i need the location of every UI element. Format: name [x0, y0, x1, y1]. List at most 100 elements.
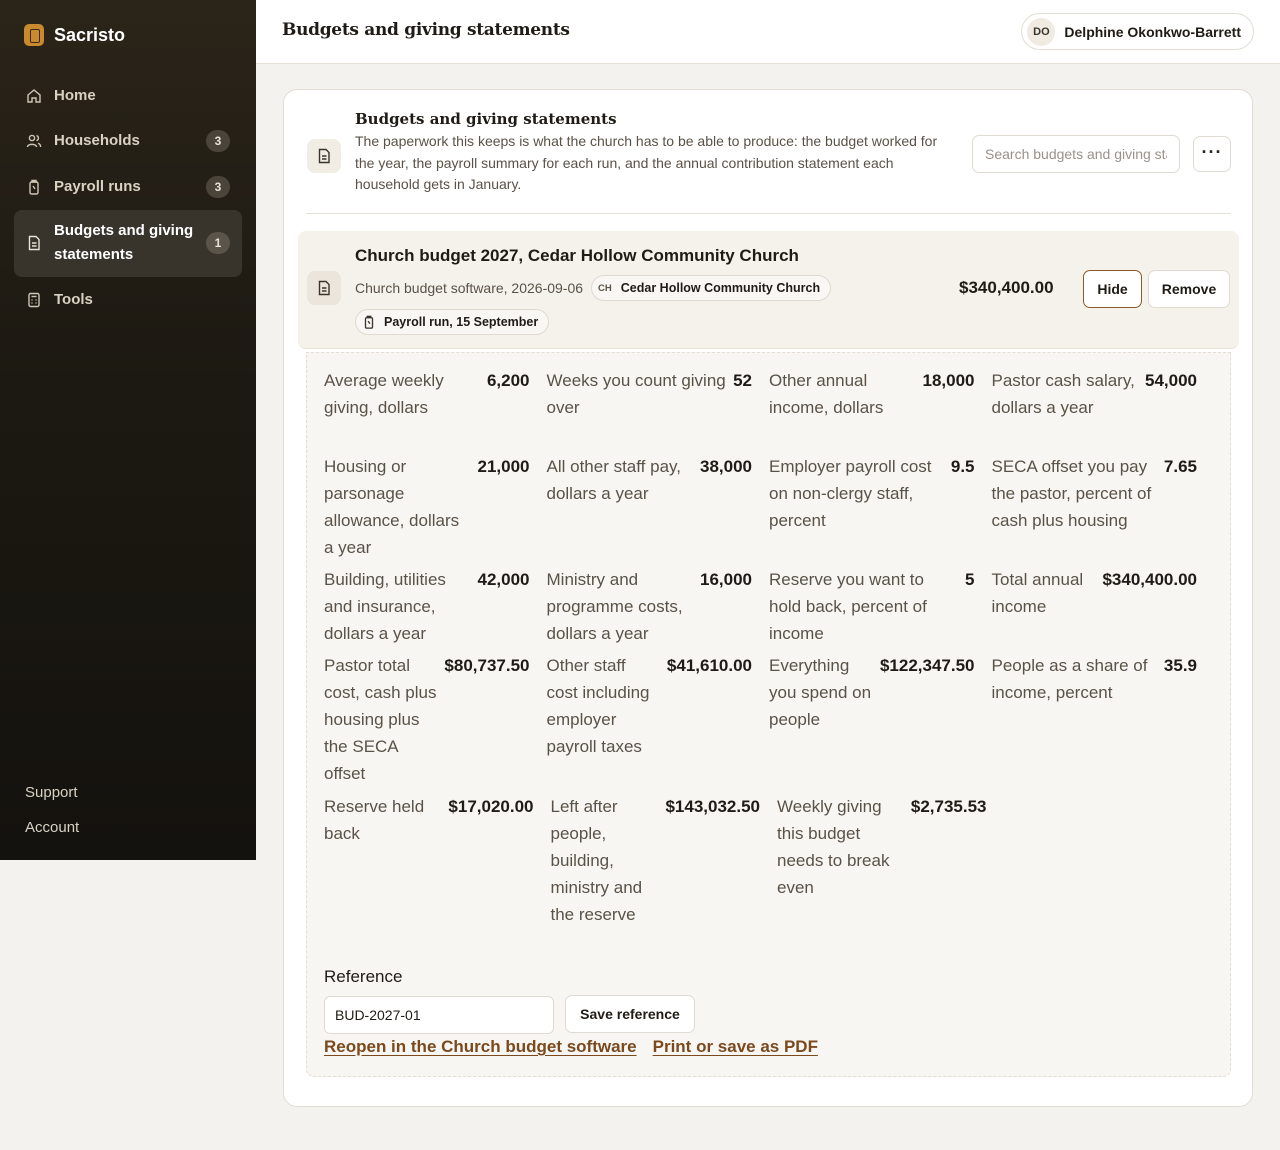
detail-value: 52 [733, 371, 752, 390]
document-icon [307, 139, 341, 173]
org-pill[interactable]: CH Cedar Hollow Community Church [591, 275, 832, 301]
detail-field: Average weekly giving, dollars 6,200 [324, 367, 547, 453]
document-icon [28, 235, 40, 251]
detail-label: Left after people, building, ministry an… [550, 797, 643, 924]
detail-row: Housing or parsonage allowance, dollars … [324, 453, 1214, 566]
reference-input[interactable] [324, 996, 554, 1034]
detail-label: Total annual income [991, 570, 1084, 616]
count-badge: 3 [206, 130, 230, 152]
detail-value: 18,000 [922, 371, 975, 390]
detail-value: 21,000 [477, 457, 530, 476]
reopen-link[interactable]: Reopen in the Church budget software [324, 1037, 637, 1057]
detail-row: Average weekly giving, dollars 6,200 Weeks… [324, 367, 1214, 453]
payroll-run-pill[interactable]: Payroll run, 15 September [355, 309, 550, 335]
page-title: Budgets and giving statements [282, 20, 570, 40]
more-options-button[interactable]: ··· [1193, 136, 1231, 172]
detail-value: 54,000 [1145, 371, 1197, 390]
user-menu[interactable]: DO Delphine Okonkwo-Barrett [1021, 13, 1254, 50]
detail-value: $340,400.00 [1102, 570, 1197, 589]
detail-field: Weeks you count giving over 52 [547, 367, 770, 453]
sidebar-item-budgets-and-giving-statements[interactable]: Budgets and giving statements 1 [14, 209, 242, 277]
detail-value: $17,020.00 [448, 797, 534, 816]
sidebar-item-households[interactable]: Households 3 [14, 119, 242, 164]
people-icon [26, 134, 42, 148]
entry-details: Average weekly giving, dollars 6,200 Weeks… [306, 352, 1231, 1077]
detail-field: Total annual income $340,400.00 [992, 566, 1215, 652]
detail-field: Left after people, building, ministry an… [551, 793, 778, 928]
reference-label: Reference [324, 967, 403, 986]
detail-label: Pastor total cost, cash plus housing plu… [324, 656, 437, 783]
account-link[interactable]: Account [25, 817, 79, 852]
search-input[interactable] [972, 135, 1180, 173]
detail-label: All other staff pay, dollars a year [546, 457, 682, 503]
detail-value: 38,000 [700, 457, 752, 476]
detail-field: Pastor total cost, cash plus housing plu… [324, 652, 547, 793]
entry-links: Reopen in the Church budget software Pri… [324, 1037, 818, 1057]
hide-button[interactable]: Hide [1083, 270, 1142, 308]
print-link[interactable]: Print or save as PDF [653, 1037, 818, 1057]
entry-header[interactable]: Church budget 2027, Cedar Hollow Communi… [298, 231, 1239, 349]
sidebar: Sacristo Home Households 3 Payroll runs … [0, 0, 256, 860]
detail-value: $143,032.50 [665, 797, 760, 816]
avatar: DO [1027, 17, 1056, 46]
main-panel: Budgets and giving statements The paperw… [283, 89, 1253, 1107]
sidebar-item-label: Households [54, 132, 140, 149]
detail-label: Employer payroll cost on non-clergy staf… [769, 457, 932, 530]
detail-field: Weekly giving this budget needs to break… [777, 793, 1004, 928]
payroll-icon [29, 179, 39, 195]
user-name: Delphine Okonkwo-Barrett [1064, 23, 1241, 40]
sidebar-item-home[interactable]: Home [14, 73, 242, 118]
sidebar-item-label: Budgets and giving statements [54, 222, 194, 263]
detail-field: Employer payroll cost on non-clergy staf… [769, 453, 992, 566]
detail-field: All other staff pay, dollars a year 38,00… [547, 453, 770, 566]
detail-field: People as a share of income, percent 35.9 [992, 652, 1215, 793]
payroll-icon [364, 315, 374, 329]
detail-label: Average weekly giving, dollars [324, 371, 444, 417]
remove-button[interactable]: Remove [1148, 270, 1230, 308]
detail-field: SECA offset you pay the pastor, percent … [992, 453, 1215, 566]
detail-field: Reserve held back $17,020.00 [324, 793, 551, 928]
details-grid: Average weekly giving, dollars 6,200 Weeks… [324, 367, 1214, 928]
detail-label: Pastor cash salary, dollars a year [991, 371, 1135, 417]
detail-label: Weekly giving this budget needs to break… [777, 797, 890, 897]
detail-field: Reserve you want to hold back, percent o… [769, 566, 992, 652]
detail-value: 6,200 [486, 371, 530, 390]
detail-row: Reserve held back $17,020.00 Left after pe… [324, 793, 1214, 928]
org-name: Cedar Hollow Community Church [620, 281, 821, 295]
logo-icon [24, 24, 44, 46]
entry-title: Church budget 2027, Cedar Hollow Communi… [355, 246, 799, 265]
detail-label: Building, utilities and insurance, dolla… [324, 570, 446, 643]
section-description: The paperwork this keeps is what the chu… [355, 133, 938, 192]
sidebar-item-label: Payroll runs [54, 177, 141, 195]
detail-label: Other annual income, dollars [769, 371, 884, 417]
detail-field: Everything you spend on people $122,347.5… [769, 652, 992, 793]
detail-label: Reserve held back [324, 797, 425, 843]
calculator-icon [28, 292, 40, 307]
detail-label: Weeks you count giving over [546, 371, 726, 417]
support-link[interactable]: Support [25, 782, 79, 817]
entry-meta: Church budget software, 2026-09-06 CH Ce… [355, 275, 832, 301]
payroll-run-label: Payroll run, 15 September [384, 315, 539, 329]
detail-value: 42,000 [477, 570, 530, 589]
detail-label: Everything you spend on people [769, 656, 872, 729]
detail-field: Pastor cash salary, dollars a year 54,000 [992, 367, 1215, 453]
count-badge: 3 [206, 175, 230, 198]
sidebar-nav: Home Households 3 Payroll runs 3 Budgets… [14, 73, 242, 323]
detail-value: 35.9 [1163, 656, 1197, 675]
section-intro: Budgets and giving statements The paperw… [306, 110, 1231, 214]
detail-value: 5 [965, 570, 975, 589]
brand[interactable]: Sacristo [24, 24, 125, 46]
detail-value: $80,737.50 [444, 656, 530, 675]
sidebar-item-tools[interactable]: Tools [14, 277, 242, 322]
detail-label: SECA offset you pay the pastor, percent … [991, 457, 1152, 530]
detail-row: Pastor total cost, cash plus housing plu… [324, 652, 1214, 793]
detail-label: Housing or parsonage allowance, dollars … [324, 457, 460, 557]
detail-label: People as a share of income, percent [991, 656, 1148, 702]
save-reference-button[interactable]: Save reference [565, 995, 695, 1033]
app-name: Sacristo [54, 24, 126, 45]
count-badge: 1 [206, 232, 230, 254]
org-initials: CH [598, 282, 612, 294]
sidebar-item-payroll-runs[interactable]: Payroll runs 3 [14, 164, 242, 209]
detail-field: Other annual income, dollars 18,000 [769, 367, 992, 453]
section-title: Budgets and giving statements [355, 110, 617, 128]
